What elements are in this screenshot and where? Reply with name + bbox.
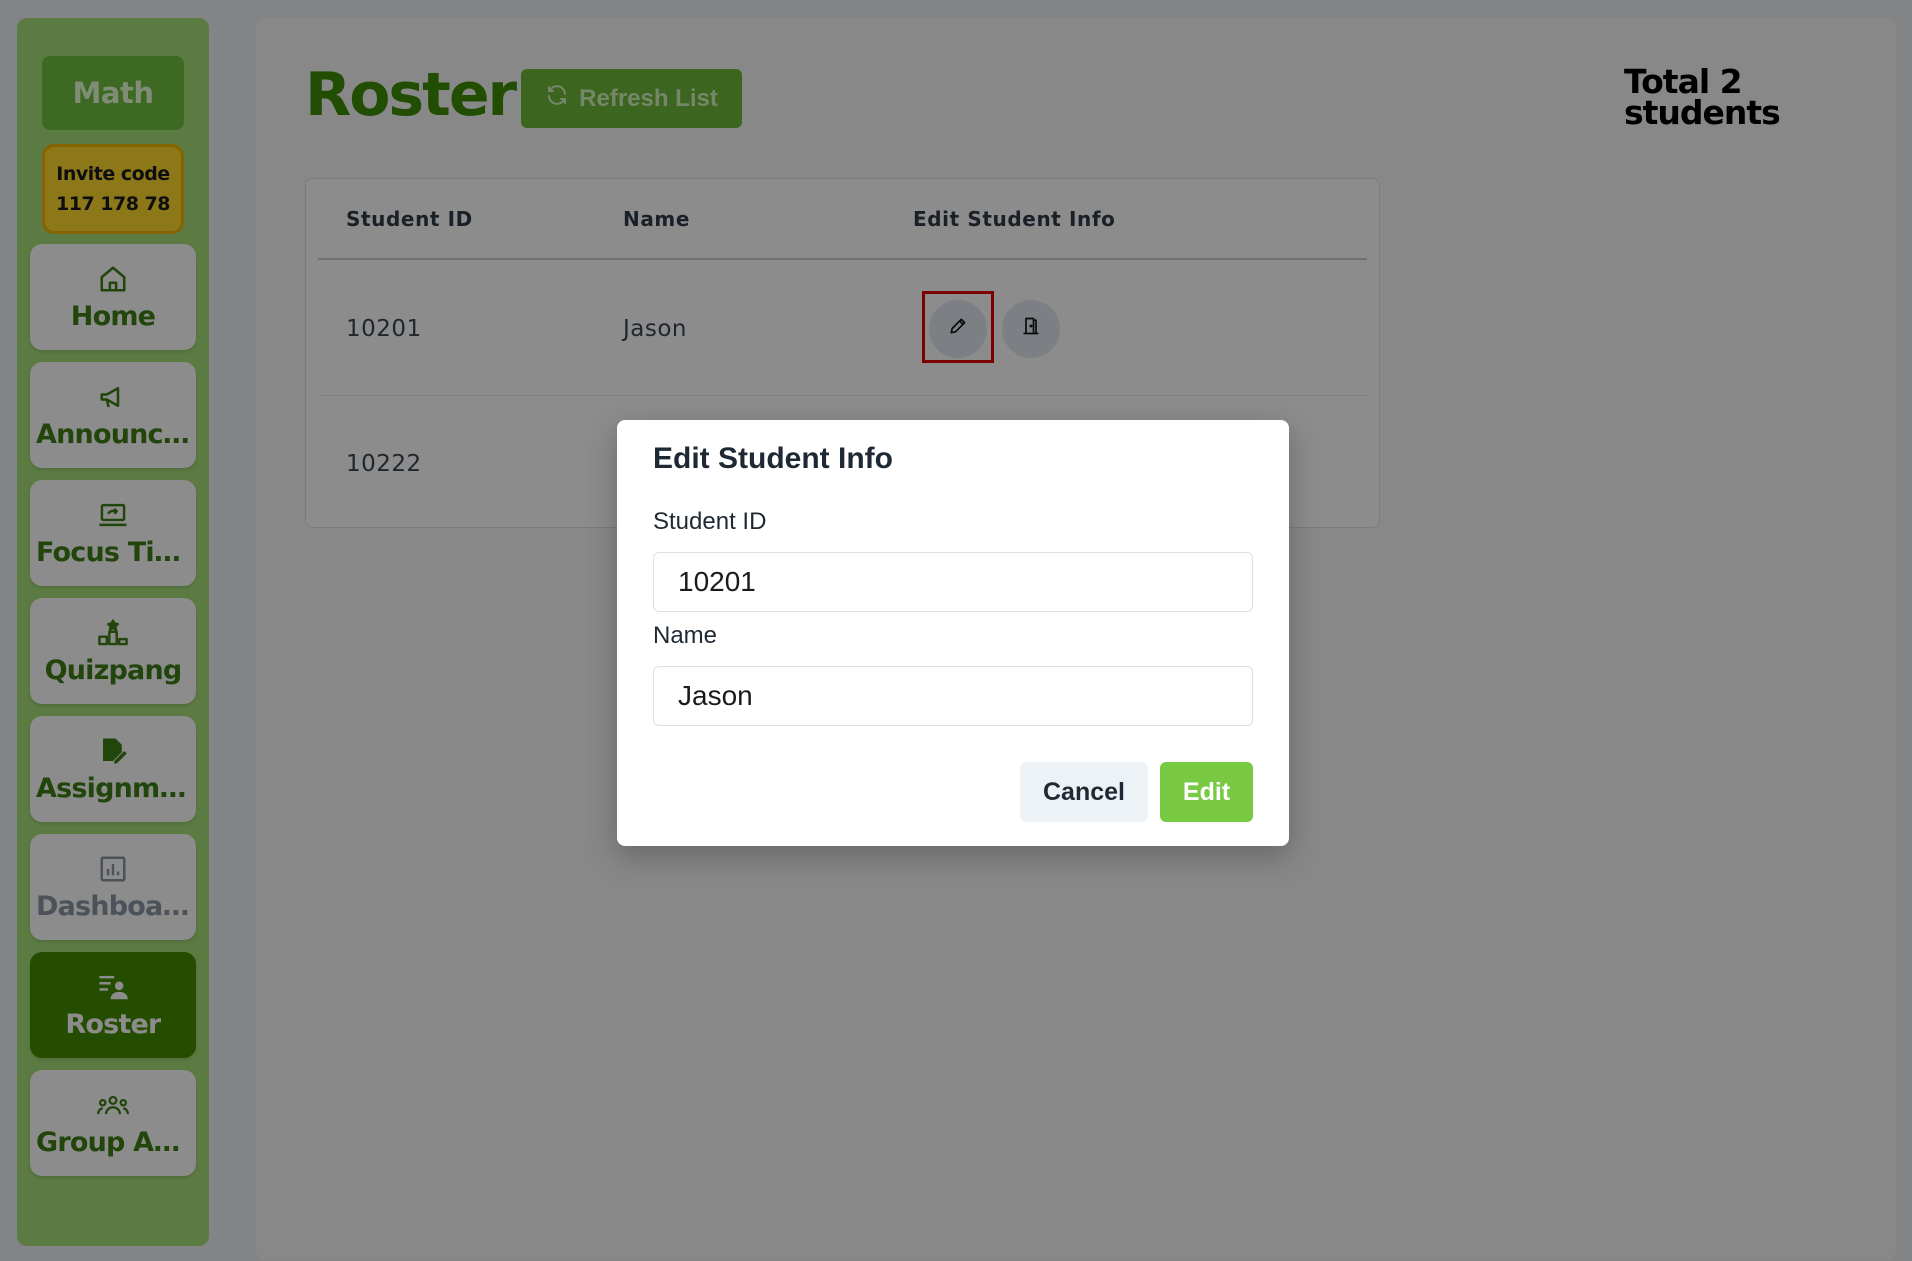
edit-button[interactable]: Edit xyxy=(1160,762,1253,822)
cancel-button[interactable]: Cancel xyxy=(1020,762,1148,822)
name-input[interactable] xyxy=(653,666,1253,726)
edit-student-modal: Edit Student Info Student ID Name Cancel… xyxy=(617,420,1289,846)
name-label: Name xyxy=(653,622,718,649)
modal-title: Edit Student Info xyxy=(653,442,893,475)
student-id-input[interactable] xyxy=(653,552,1253,612)
student-id-label: Student ID xyxy=(653,508,767,535)
